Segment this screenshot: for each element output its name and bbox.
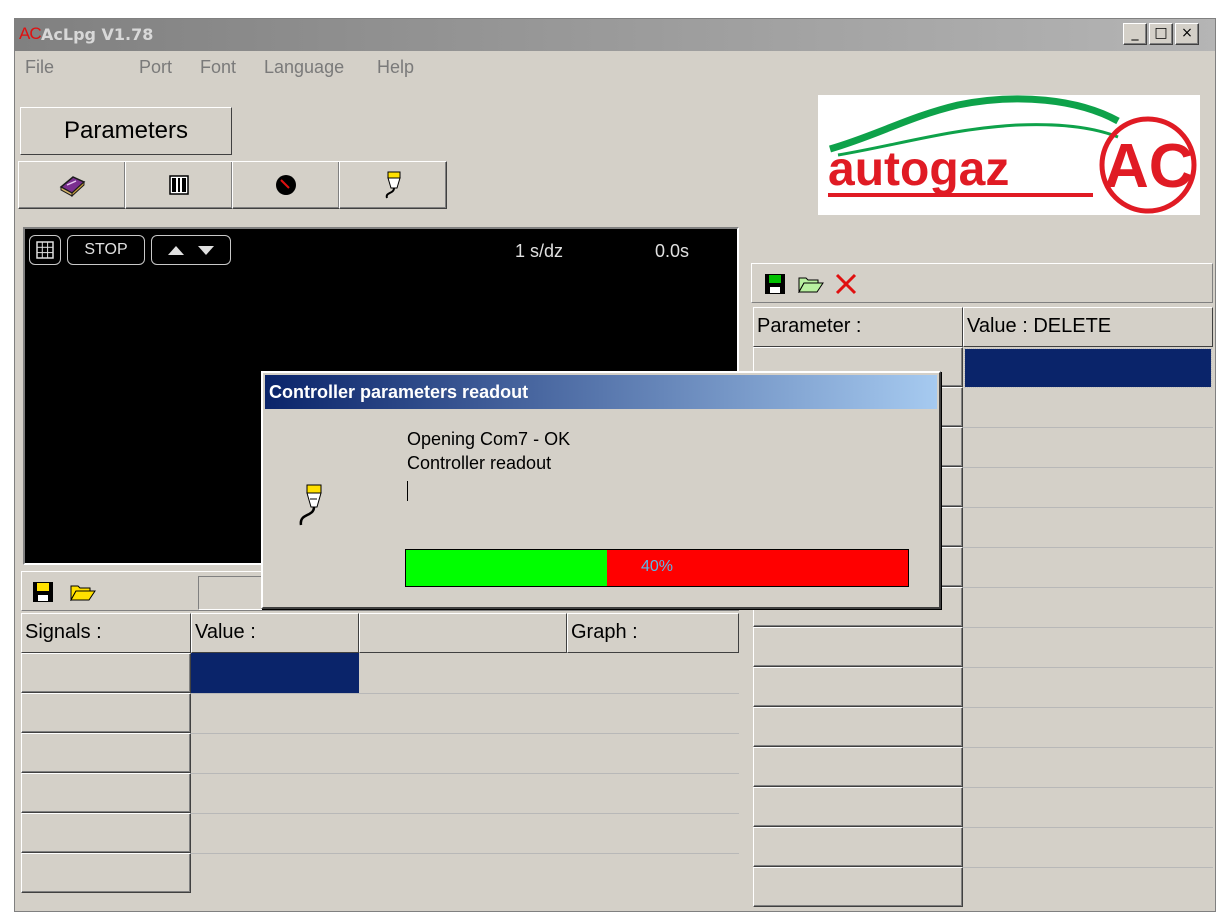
progress-bar: 40% — [405, 549, 909, 587]
grid-icon — [36, 241, 54, 259]
menu-port[interactable]: Port — [139, 57, 172, 78]
window-title: AcLpg V1.78 — [41, 25, 154, 44]
col-parameter[interactable]: Parameter : — [753, 307, 963, 347]
param-row-header[interactable] — [753, 747, 963, 787]
param-row-header[interactable] — [753, 627, 963, 667]
save-icon[interactable] — [32, 581, 54, 603]
signal-row-header[interactable] — [21, 653, 191, 693]
param-row-header[interactable] — [753, 707, 963, 747]
dialog-title[interactable]: Controller parameters readout — [265, 375, 937, 409]
status-line-open: Opening Com7 - OK — [407, 429, 571, 449]
arrow-down-icon — [198, 246, 214, 255]
grid-button[interactable] — [29, 235, 61, 265]
arrow-up-icon — [168, 246, 184, 255]
col-value-delete[interactable]: Value : DELETE — [963, 307, 1213, 347]
selected-param-value[interactable] — [964, 348, 1212, 388]
minimize-button[interactable]: _ — [1123, 23, 1147, 45]
stop-button[interactable]: STOP — [67, 235, 145, 265]
book-button[interactable] — [18, 161, 126, 209]
connector-icon — [385, 171, 401, 199]
col-value[interactable]: Value : — [191, 613, 359, 653]
app-icon: AC — [19, 24, 42, 43]
signal-row-header[interactable] — [21, 733, 191, 773]
elapsed-time: 0.0s — [655, 241, 690, 261]
menu-file[interactable]: File — [25, 57, 54, 78]
svg-text:AC: AC — [1104, 132, 1194, 201]
status-line-readout: Controller readout — [407, 453, 552, 473]
param-row-header[interactable] — [753, 867, 963, 907]
signal-row-header[interactable] — [21, 853, 191, 893]
selected-value-cell[interactable] — [191, 653, 359, 693]
title-bar[interactable]: AC AcLpg V1.78 _ □ × — [15, 19, 1215, 51]
folder-open-icon[interactable] — [798, 275, 824, 293]
tab-parameters[interactable]: Parameters — [20, 107, 232, 155]
signal-row-header[interactable] — [21, 773, 191, 813]
folder-open-icon[interactable] — [70, 583, 96, 601]
menu-bar: File Port Font Language Help — [15, 55, 1215, 81]
menu-help[interactable]: Help — [377, 57, 414, 78]
connector-icon — [299, 484, 322, 526]
scale-arrows[interactable] — [151, 235, 231, 265]
signal-row-header[interactable] — [21, 693, 191, 733]
param-row-header[interactable] — [753, 787, 963, 827]
time-scale: 1 s/dz — [515, 241, 564, 261]
columns-button[interactable] — [125, 161, 233, 209]
col-signals[interactable]: Signals : — [21, 613, 191, 653]
save-icon[interactable] — [764, 273, 786, 295]
signals-panel: Signals : Value : Graph : — [21, 571, 739, 909]
delete-icon[interactable] — [834, 272, 858, 296]
parameters-toolbar — [751, 263, 1213, 303]
readout-dialog: Controller parameters readout Opening Co… — [261, 371, 941, 609]
connector-button[interactable] — [339, 161, 447, 209]
col-graph[interactable]: Graph : — [567, 613, 739, 653]
menu-font[interactable]: Font — [200, 57, 236, 78]
param-row-header[interactable] — [753, 667, 963, 707]
param-row-header[interactable] — [753, 827, 963, 867]
signal-row-header[interactable] — [21, 813, 191, 853]
progress-label: 40% — [640, 558, 674, 575]
main-window: AC AcLpg V1.78 _ □ × File Port Font Lang… — [14, 18, 1216, 912]
maximize-button[interactable]: □ — [1149, 23, 1173, 45]
autogaz-logo: autogaz AC — [818, 95, 1200, 215]
text-cursor — [407, 481, 408, 501]
columns-icon — [169, 175, 189, 195]
close-button[interactable]: × — [1175, 23, 1199, 45]
book-icon — [59, 176, 86, 197]
col-blank[interactable] — [359, 613, 567, 653]
svg-text:autogaz: autogaz — [828, 143, 1009, 196]
gauge-button[interactable] — [232, 161, 340, 209]
menu-language[interactable]: Language — [264, 57, 344, 78]
gauge-icon — [276, 175, 296, 195]
